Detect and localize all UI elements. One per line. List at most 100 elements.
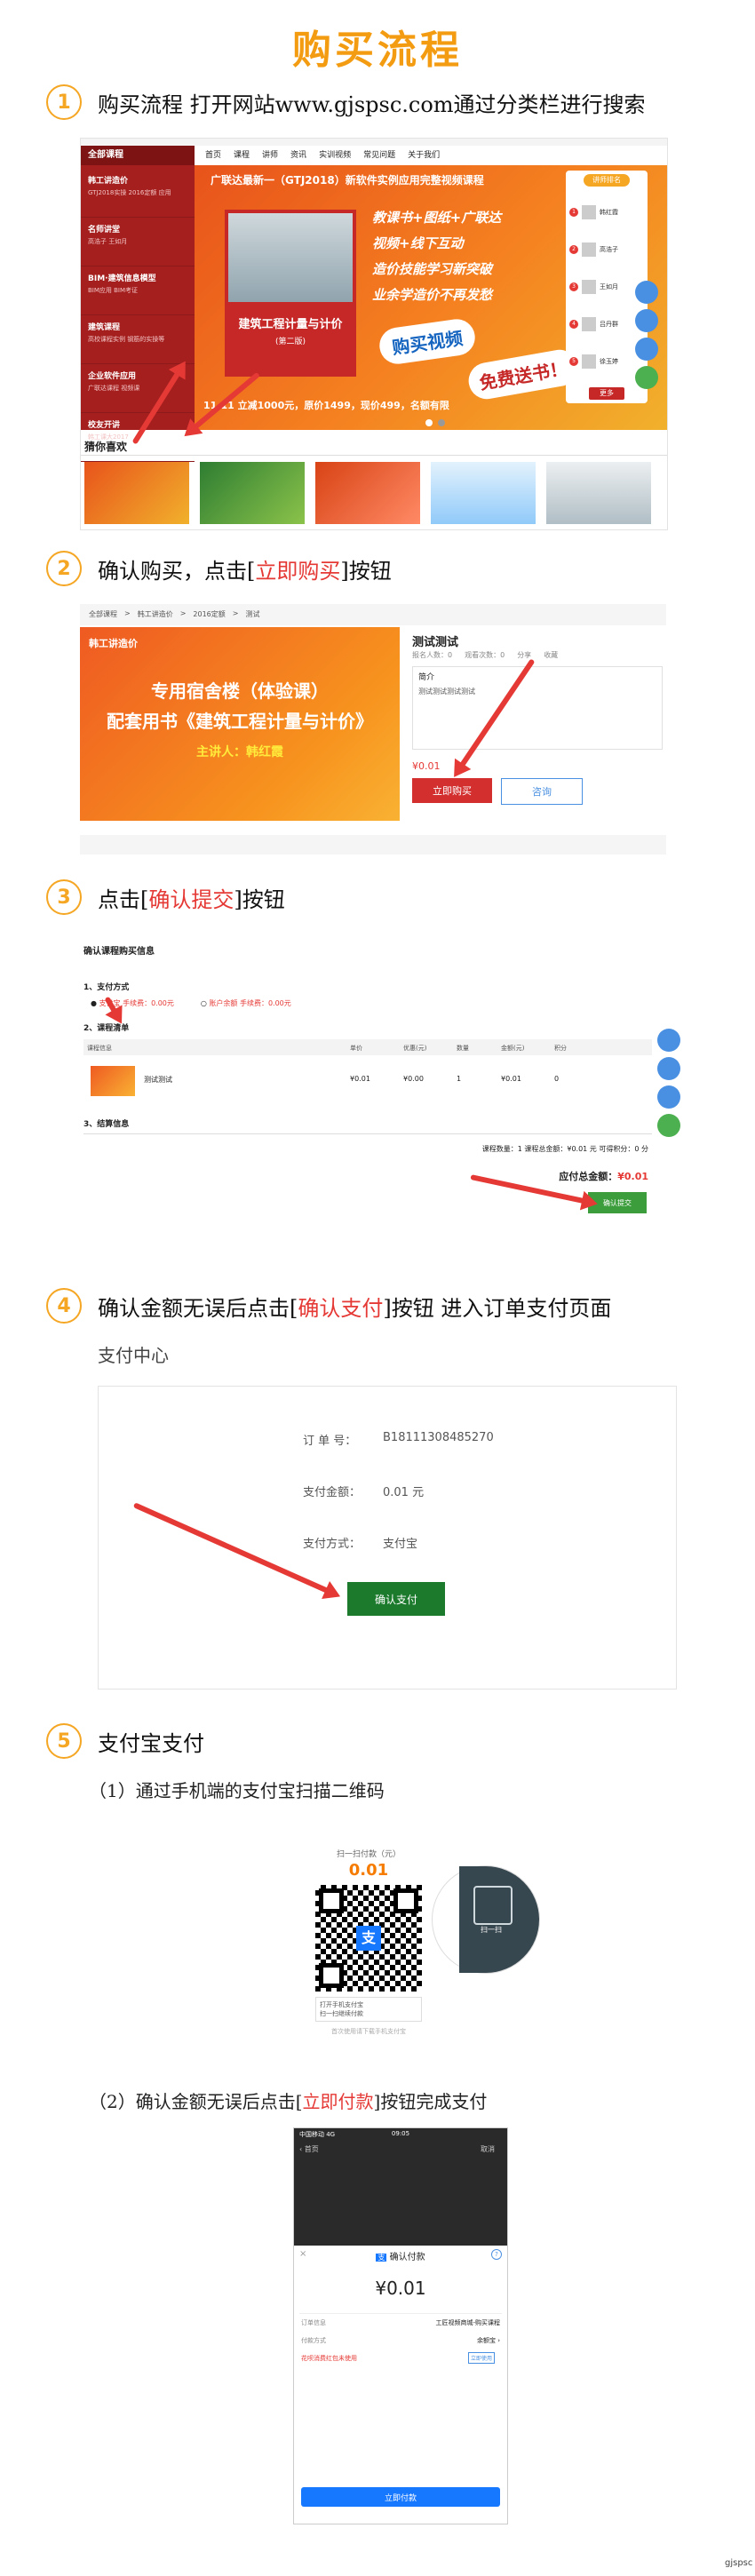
chat-icon[interactable]	[657, 1085, 680, 1109]
nav-item[interactable]: 课程	[234, 146, 250, 165]
sidebar-item[interactable]: 韩工讲造价 GTJ2018实操 2016定额 应用	[81, 174, 195, 218]
confirm-pay-button[interactable]: 确认支付	[347, 1582, 445, 1616]
order-heading: 确认课程购买信息	[83, 947, 155, 957]
sidebar-item[interactable]: 名师讲堂 高浩子 王如月	[81, 223, 195, 266]
ranking-item[interactable]: 5 徐玉婷	[569, 343, 644, 380]
qr-code[interactable]: 支	[315, 1885, 422, 1992]
ranking-item[interactable]: 1 韩红霞	[569, 194, 644, 231]
chat-icon[interactable]	[635, 338, 658, 361]
ranking-item[interactable]: 4 吕丹群	[569, 306, 644, 343]
table-cell: 1	[457, 1075, 462, 1083]
chat-icon[interactable]	[635, 281, 658, 304]
meta-item: 观看次数：0	[465, 651, 505, 659]
step5-sub1: （1）通过手机端的支付宝扫描二维码	[89, 1780, 385, 1801]
screenshot-order-confirm: 确认课程购买信息 1、支付方式 ● 支付宝 手续费：0.00元 ○ 账户余额 手…	[80, 942, 684, 1248]
step-4: 4 确认金额无误后点击[确认支付]按钮 进入订单支付页面	[46, 1288, 611, 1324]
hero-banner[interactable]: 广联达最新一（GTJ2018）新软件实例应用完整视频课程 建筑工程计量与计价 (…	[195, 165, 667, 430]
alipay-icon: 支	[376, 2254, 387, 2262]
method-label: 支付方式：	[303, 1538, 362, 1551]
sidebar-item-sub: GTJ2018实操 2016定额 应用	[88, 189, 171, 196]
qr-footer: 首次使用请下载手机支付宝	[331, 2028, 406, 2035]
more-button[interactable]: 更多	[589, 387, 624, 400]
pay-option-alipay[interactable]: ● 支付宝 手续费：0.00元	[91, 998, 174, 1008]
ranking-name: 吕丹群	[600, 321, 618, 328]
step-number: 5	[46, 1723, 82, 1759]
order-summary: 课程数量：1 课程总金额：¥0.01 元 可得积分：0 分	[481, 1145, 648, 1153]
nav-item[interactable]: 常见问题	[363, 146, 395, 165]
step-number: 2	[46, 551, 82, 586]
pay-now-button[interactable]: 立即付款	[301, 2487, 500, 2507]
breadcrumb-item[interactable]: 韩工讲造价	[138, 609, 173, 619]
help-icon[interactable]: ?	[491, 2249, 502, 2260]
alipay-icon: 支	[356, 1926, 381, 1951]
chat-icon[interactable]	[657, 1057, 680, 1080]
order-info-value: 工匠视频商城-购买课程	[435, 2319, 500, 2326]
step-text: 支付宝支付	[98, 1730, 204, 1756]
qr-panel: 扫一扫付款（元） 0.01 支 打开手机支付宝 扫一扫继续付款 首次使用请下载手…	[302, 1848, 435, 2035]
nav-item[interactable]: 首页	[205, 146, 221, 165]
book-title: 建筑工程计量与计价	[238, 318, 343, 331]
table-header: 优惠(元)	[403, 1045, 427, 1052]
wechat-icon[interactable]	[635, 366, 658, 389]
table-cell: 0	[554, 1075, 560, 1083]
carousel-dot[interactable]	[438, 419, 445, 426]
table-header: 积分	[554, 1045, 567, 1052]
phone-back[interactable]: ‹ 首页	[299, 2144, 319, 2154]
sidebar-item[interactable]: BIM·建筑信息模型 BIM应用 BIM考证	[81, 272, 195, 315]
breadcrumb-item[interactable]: 2016定额	[193, 609, 225, 619]
meta-item[interactable]: 收藏	[544, 650, 558, 660]
scan-label: 扫一扫	[481, 1926, 502, 1934]
watermark: gjspsc	[725, 2558, 753, 2568]
sidebar-item-sub: 高校课程实例 钢筋的实操等	[88, 336, 165, 343]
table-header: 数量	[457, 1045, 469, 1052]
pay-option-balance[interactable]: ○ 账户余额 手续费：0.00元	[201, 998, 291, 1008]
sheet-title: 支 确认付款	[376, 2253, 425, 2262]
sidebar-item-sub: 广联达课程 视频课	[88, 385, 140, 392]
nav-item[interactable]: 资讯	[290, 146, 306, 165]
chat-icon[interactable]	[657, 1029, 680, 1052]
phone-screen: 中国移动 4G 09:05 ‹ 首页 取消 × 支 确认付款 ? ¥0.01 订…	[293, 2127, 508, 2524]
avatar	[582, 354, 596, 369]
breadcrumb-item[interactable]: 全部课程	[89, 609, 117, 619]
course-thumb[interactable]	[546, 462, 651, 524]
nav-item[interactable]: 关于我们	[408, 146, 440, 165]
banner-line3: 主讲人：韩红霞	[196, 745, 283, 759]
course-thumb[interactable]	[431, 462, 536, 524]
method-value[interactable]: 余额宝 ›	[401, 2336, 500, 2345]
breadcrumb-sep: >	[232, 609, 239, 617]
chat-icon[interactable]	[635, 309, 658, 332]
phone-close[interactable]: 取消	[481, 2144, 495, 2154]
consult-button[interactable]: 咨询	[501, 778, 583, 805]
carousel-dot[interactable]	[425, 419, 433, 426]
step-number: 1	[46, 84, 82, 120]
course-thumb[interactable]	[84, 462, 189, 524]
banner-brand: 韩工讲造价	[89, 638, 138, 649]
ranking-item[interactable]: 2 高浩子	[569, 231, 644, 268]
course-thumb[interactable]	[315, 462, 420, 524]
table-header: 单价	[350, 1045, 362, 1052]
breadcrumb-item[interactable]: 测试	[245, 609, 259, 619]
promo-text: 11.11 立减1000元，原价1499，现价499，名额有限	[203, 400, 449, 411]
promo-tag[interactable]: 立即使用	[468, 2352, 496, 2364]
qr-hint1: 打开手机支付宝	[320, 2001, 363, 2008]
confirm-sheet: × 支 确认付款 ? ¥0.01 订单信息 工匠视频商城-购买课程 付款方式 余…	[294, 2246, 507, 2524]
wechat-icon[interactable]	[657, 1114, 680, 1137]
buy-now-button[interactable]: 立即购买	[412, 778, 492, 803]
ranking-title: 讲师排名	[584, 174, 630, 187]
rank-number: 5	[569, 357, 578, 366]
rank-number: 2	[569, 245, 578, 254]
avatar	[582, 317, 596, 331]
pay-amount: ¥0.01	[375, 2278, 426, 2299]
ranking-item[interactable]: 3 王如月	[569, 268, 644, 306]
nav-item[interactable]: 讲师	[262, 146, 278, 165]
screenshot-course-detail: 全部课程 > 韩工讲造价 >2016定额 > 测试 韩工讲造价 专用宿舍楼（体验课） 配套…	[80, 604, 666, 855]
meta-item[interactable]: 分享	[517, 650, 531, 660]
banner-line: 视频+线下互动	[372, 235, 464, 251]
screenshot-homepage: 全部课程 韩工讲造价 GTJ2018实操 2016定额 应用 名师讲堂 高浩子 王如月…	[80, 138, 668, 530]
step5-sub2: （2）确认金额无误后点击[立即付款]按钮完成支付	[89, 2091, 488, 2112]
nav-item[interactable]: 实训视频	[319, 146, 351, 165]
course-thumb[interactable]	[200, 462, 305, 524]
breadcrumb-sep: >	[179, 609, 187, 617]
table-cell: ¥0.00	[403, 1075, 424, 1083]
course-title: 测试测试	[412, 636, 459, 649]
